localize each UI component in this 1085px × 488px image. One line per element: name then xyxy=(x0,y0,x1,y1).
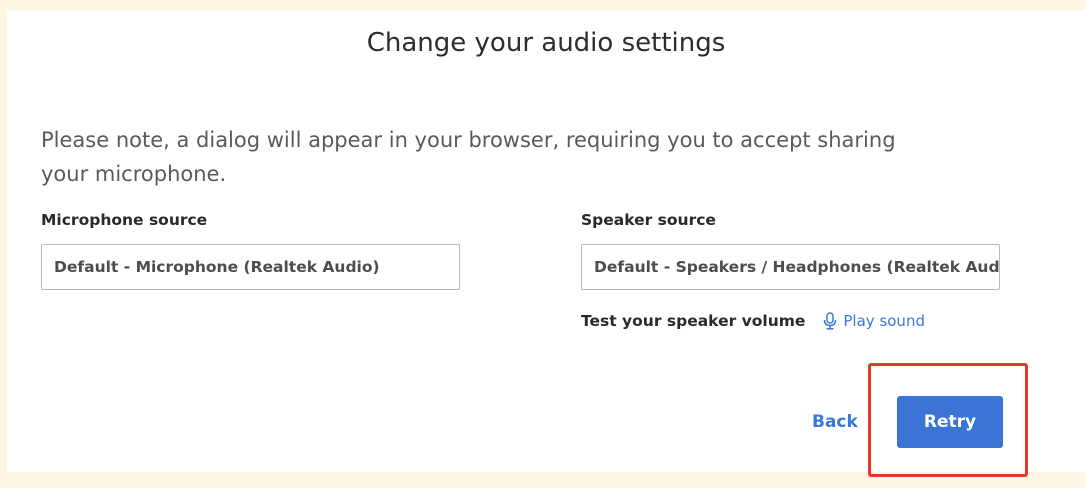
microphone-source-value: Default - Microphone (Realtek Audio) xyxy=(54,258,380,276)
microphone-source-select[interactable]: Default - Microphone (Realtek Audio) xyxy=(41,244,460,290)
browser-permission-note: Please note, a dialog will appear in you… xyxy=(41,128,896,186)
speaker-source-value: Default - Speakers / Headphones (Realtek… xyxy=(594,258,1000,276)
play-sound-link[interactable]: Play sound xyxy=(823,312,925,330)
microphone-icon xyxy=(824,312,837,330)
retry-button[interactable]: Retry xyxy=(897,396,1003,448)
speaker-source-label: Speaker source xyxy=(581,211,716,229)
test-speaker-volume-label: Test your speaker volume xyxy=(581,312,806,330)
audio-settings-dialog: Change your audio settings Please note, … xyxy=(7,10,1085,477)
speaker-test-row: Test your speaker volume Play sound xyxy=(581,312,925,330)
microphone-source-label: Microphone source xyxy=(41,211,208,229)
back-button[interactable]: Back xyxy=(812,412,858,432)
speaker-source-select[interactable]: Default - Speakers / Headphones (Realtek… xyxy=(581,244,1000,290)
play-sound-label: Play sound xyxy=(843,312,925,330)
dialog-title: Change your audio settings xyxy=(366,28,726,58)
